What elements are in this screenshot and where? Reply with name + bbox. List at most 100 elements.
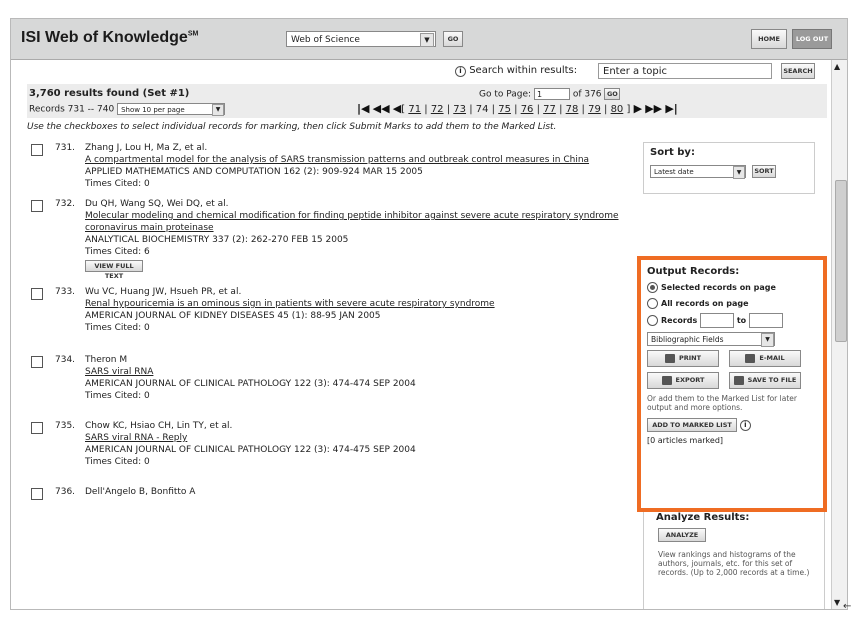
radio-records-range[interactable]: Records to: [647, 313, 819, 329]
next-page-icon[interactable]: ▶: [634, 102, 642, 115]
record-authors: Zhang J, Lou H, Ma Z, et al.: [85, 143, 208, 153]
radio-icon: [647, 315, 658, 326]
record-authors: Dell'Angelo B, Bonfitto A: [85, 487, 196, 497]
sort-panel: Sort by: Latest date ▼ SORT: [643, 142, 815, 194]
database-select[interactable]: Web of Science ▼: [286, 31, 436, 47]
vertical-scrollbar[interactable]: ▲ ▼: [831, 60, 847, 609]
results-content: i Search within results: Enter a topic S…: [11, 60, 831, 609]
first-page-icon[interactable]: |◀: [357, 102, 369, 115]
record-title-link[interactable]: Molecular modeling and chemical modifica…: [85, 210, 625, 234]
info-icon[interactable]: i: [739, 420, 751, 431]
page-link[interactable]: 77: [543, 104, 556, 115]
record-source: AMERICAN JOURNAL OF KIDNEY DISEASES 45 (…: [85, 311, 381, 321]
prev-ten-icon[interactable]: ◀◀: [373, 102, 390, 115]
page-link[interactable]: 78: [566, 104, 579, 115]
list-item: 736. Dell'Angelo B, Bonfitto A: [27, 486, 627, 506]
records-range: Records 731 -- 740 Show 10 per page ▼: [29, 103, 226, 116]
record-checkbox[interactable]: [31, 422, 43, 434]
next-ten-icon[interactable]: ▶▶: [645, 102, 662, 115]
list-item: 734. Theron M SARS viral RNA AMERICAN JO…: [27, 354, 627, 402]
record-times-cited: Times Cited: 0: [85, 323, 150, 333]
list-item: 731. Zhang J, Lou H, Ma Z, et al. A comp…: [27, 142, 627, 190]
record-title-link[interactable]: Renal hypouricemia is an ominous sign in…: [85, 298, 625, 310]
output-records-panel: Output Records: Selected records on page…: [637, 256, 827, 512]
radio-all-records[interactable]: All records on page: [647, 297, 819, 313]
page-link[interactable]: 80: [611, 104, 624, 115]
database-go-button[interactable]: GO: [443, 31, 463, 47]
record-times-cited: Times Cited: 0: [85, 457, 150, 467]
record-number: 731.: [55, 143, 76, 153]
radio-icon: [647, 298, 658, 309]
list-item: 732. Du QH, Wang SQ, Wei DQ, et al. Mole…: [27, 198, 627, 280]
records-to-input[interactable]: [748, 313, 783, 328]
list-item: 735. Chow KC, Hsiao CH, Lin TY, et al. S…: [27, 420, 627, 468]
info-icon[interactable]: i: [455, 66, 466, 77]
page-link[interactable]: 73: [453, 104, 466, 115]
record-authors: Wu VC, Huang JW, Hsueh PR, et al.: [85, 287, 242, 297]
save-to-file-button[interactable]: SAVE TO FILE: [729, 372, 801, 389]
cursor-icon: ←: [843, 601, 852, 612]
record-checkbox[interactable]: [31, 144, 43, 156]
analyze-panel: Analyze Results: ANALYZE View rankings a…: [643, 512, 825, 609]
page-link[interactable]: 75: [498, 104, 511, 115]
search-within-input[interactable]: Enter a topic: [598, 63, 772, 79]
marked-list-note: Or add them to the Marked List for later…: [647, 394, 797, 412]
record-authors: Chow KC, Hsiao CH, Lin TY, et al.: [85, 421, 233, 431]
record-title-link[interactable]: A compartmental model for the analysis o…: [85, 154, 625, 166]
record-title-link[interactable]: SARS viral RNA - Reply: [85, 432, 625, 444]
goto-page: Go to Page: 1 of 376 GO: [479, 88, 621, 100]
search-button[interactable]: SEARCH: [781, 63, 815, 79]
record-checkbox[interactable]: [31, 488, 43, 500]
record-number: 736.: [55, 487, 76, 497]
email-button[interactable]: E-MAIL: [729, 350, 801, 367]
scroll-thumb[interactable]: [835, 180, 847, 342]
record-checkbox[interactable]: [31, 356, 43, 368]
radio-checked-icon: [647, 282, 658, 293]
pagination: |◀ ◀◀ ◀[ 71 | 72 | 73 | 74 | 75 | 76 | 7…: [357, 102, 678, 115]
printer-icon: [664, 353, 675, 363]
record-source: AMERICAN JOURNAL OF CLINICAL PATHOLOGY 1…: [85, 379, 416, 389]
marked-count: [0 articles marked]: [647, 436, 724, 445]
analyze-title: Analyze Results:: [656, 512, 750, 523]
fields-select[interactable]: Bibliographic Fields ▼: [647, 332, 775, 347]
page-link[interactable]: 79: [588, 104, 601, 115]
goto-page-input[interactable]: 1: [533, 88, 570, 100]
logout-button[interactable]: LOG OUT: [792, 29, 832, 49]
database-select-value: Web of Science: [291, 35, 360, 45]
view-full-text-button[interactable]: VIEW FULL TEXT: [85, 260, 143, 280]
print-button[interactable]: PRINT: [647, 350, 719, 367]
record-source: APPLIED MATHEMATICS AND COMPUTATION 162 …: [85, 167, 423, 177]
analyze-note: View rankings and histograms of the auth…: [658, 550, 810, 577]
scroll-down-icon[interactable]: ▼: [834, 598, 840, 607]
page-link[interactable]: 76: [521, 104, 534, 115]
disk-icon: [733, 375, 744, 385]
per-page-select[interactable]: Show 10 per page ▼: [117, 103, 226, 116]
record-times-cited[interactable]: Times Cited: 6: [85, 246, 625, 258]
instructions: Use the checkboxes to select individual …: [27, 122, 557, 132]
radio-selected-records[interactable]: Selected records on page: [647, 281, 819, 297]
record-times-cited: Times Cited: 0: [85, 391, 150, 401]
record-checkbox[interactable]: [31, 200, 43, 212]
chevron-down-icon: ▼: [420, 33, 434, 47]
goto-page-button[interactable]: GO: [604, 88, 621, 100]
analyze-button[interactable]: ANALYZE: [658, 528, 706, 542]
record-number: 735.: [55, 421, 76, 431]
chevron-down-icon: ▼: [761, 333, 774, 347]
prev-page-icon[interactable]: ◀: [393, 102, 401, 115]
record-checkbox[interactable]: [31, 288, 43, 300]
page-link[interactable]: 72: [431, 104, 444, 115]
export-button[interactable]: EXPORT: [647, 372, 719, 389]
record-title-link[interactable]: SARS viral RNA: [85, 366, 625, 378]
envelope-icon: [745, 353, 756, 363]
sort-select[interactable]: Latest date ▼: [650, 165, 746, 179]
page-link[interactable]: 71: [408, 104, 421, 115]
add-to-marked-list-button[interactable]: ADD TO MARKED LIST: [647, 418, 737, 432]
scroll-up-icon[interactable]: ▲: [834, 62, 840, 71]
home-button[interactable]: HOME: [751, 29, 787, 49]
records-from-input[interactable]: [700, 313, 735, 328]
chevron-down-icon: ▼: [733, 166, 745, 179]
last-page-icon[interactable]: ▶|: [665, 102, 677, 115]
sort-button[interactable]: SORT: [752, 165, 776, 178]
record-number: 733.: [55, 287, 76, 297]
app-header: ISI Web of KnowledgeSM Web of Science ▼ …: [11, 19, 847, 60]
